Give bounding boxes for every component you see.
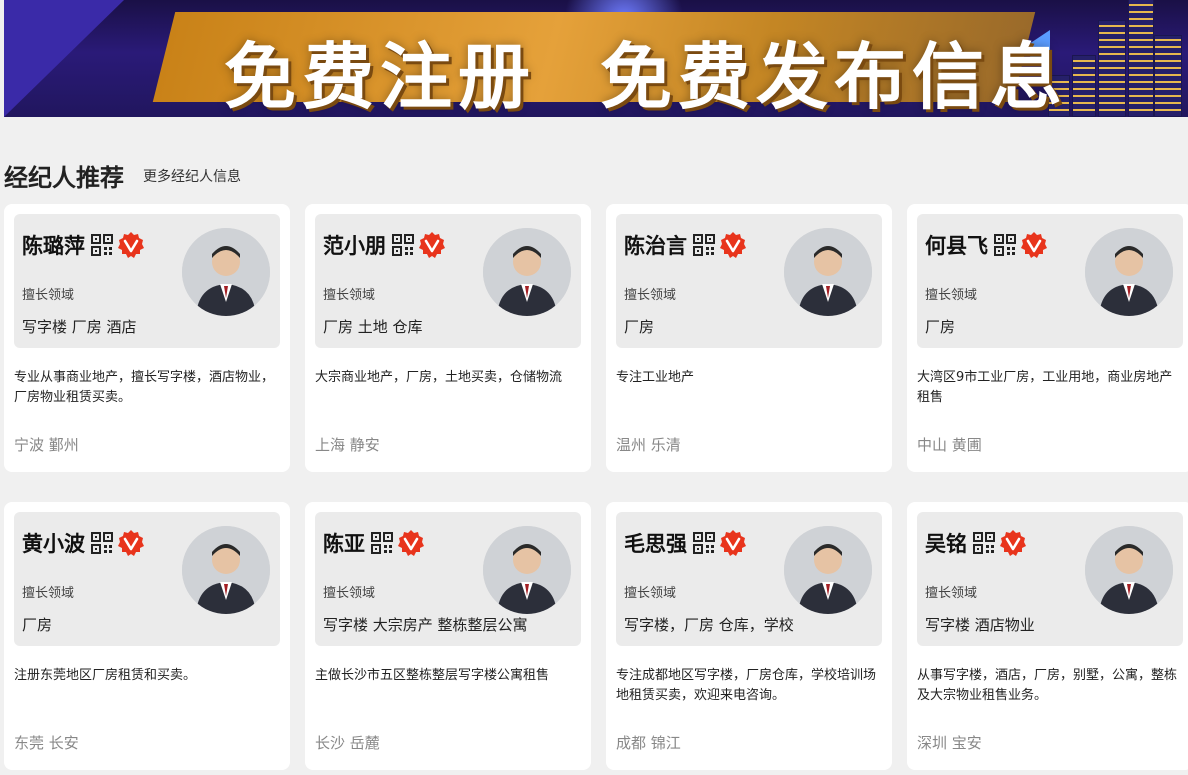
agent-name[interactable]: 陈亚 <box>323 528 365 558</box>
expertise-label: 擅长领域 <box>925 586 978 601</box>
male-agent-avatar[interactable] <box>182 526 270 614</box>
expertise-value: 厂房 土地 仓库 <box>323 318 423 336</box>
qr-code-icon[interactable] <box>693 532 715 554</box>
expertise-label: 擅长领域 <box>323 586 376 601</box>
agent-name[interactable]: 范小朋 <box>323 230 386 260</box>
agent-card-header: 陈亚 擅长领域 写字楼 大宗房产 整栋整层公寓 <box>315 512 581 646</box>
agent-description: 主做长沙市五区整栋整层写字楼公寓租售 <box>315 668 550 683</box>
agent-card-header: 陈治言 擅长领域 厂房 <box>616 214 882 348</box>
agent-card-1[interactable]: 陈璐萍 擅长领域 写字楼 厂房 酒店 专业从事商业地产，擅长写字楼，酒店物业，厂… <box>4 204 290 472</box>
agent-card-2[interactable]: 范小朋 擅长领域 厂房 土地 仓库 大宗商业地产，厂房，土地买卖，仓储物流 上海… <box>305 204 591 472</box>
agent-description: 专业从事商业地产，擅长写字楼，酒店物业，厂房物业租赁买卖。 <box>14 370 275 405</box>
agent-name[interactable]: 陈璐萍 <box>22 230 85 260</box>
expertise-label: 擅长领域 <box>624 288 677 303</box>
agent-name-row: 吴铭 <box>925 528 1027 558</box>
agent-name[interactable]: 陈治言 <box>624 230 687 260</box>
agent-description: 注册东莞地区厂房租赁和买卖。 <box>14 668 197 683</box>
agent-name[interactable]: 吴铭 <box>925 528 967 558</box>
agent-name-row: 何县飞 <box>925 230 1048 260</box>
male-agent-avatar[interactable] <box>483 526 571 614</box>
agent-card-3[interactable]: 陈治言 擅长领域 厂房 专注工业地产 温州 乐清 <box>606 204 892 472</box>
qr-code-icon[interactable] <box>973 532 995 554</box>
expertise-label: 擅长领域 <box>624 586 677 601</box>
agent-location: 成都 锦江 <box>616 734 681 752</box>
expertise-value: 写字楼 厂房 酒店 <box>22 318 137 336</box>
qr-code-icon[interactable] <box>693 234 715 256</box>
agent-name[interactable]: 黄小波 <box>22 528 85 558</box>
agent-card-header: 吴铭 擅长领域 写字楼 酒店物业 <box>917 512 1183 646</box>
verified-badge-icon <box>719 529 747 557</box>
agent-card-header: 黄小波 擅长领域 厂房 <box>14 512 280 646</box>
agent-name-row: 黄小波 <box>22 528 145 558</box>
expertise-value: 厂房 <box>624 318 655 336</box>
expertise-value: 厂房 <box>22 616 53 634</box>
slogan-register: 免费注册 <box>224 35 537 117</box>
expertise-label: 擅长领域 <box>22 288 75 303</box>
male-agent-avatar[interactable] <box>483 228 571 316</box>
verified-badge-icon <box>418 231 446 259</box>
qr-code-icon[interactable] <box>392 234 414 256</box>
verified-badge-icon <box>117 529 145 557</box>
agent-name[interactable]: 何县飞 <box>925 230 988 260</box>
banner-decoration <box>4 0 124 117</box>
agent-name-row: 陈璐萍 <box>22 230 145 260</box>
agent-location: 深圳 宝安 <box>917 734 982 752</box>
female-agent-avatar[interactable] <box>182 228 270 316</box>
agent-name-row: 陈治言 <box>624 230 747 260</box>
expertise-label: 擅长领域 <box>22 586 75 601</box>
agent-card-8[interactable]: 吴铭 擅长领域 写字楼 酒店物业 从事写字楼，酒店，厂房，别墅，公寓，整栋及大宗… <box>907 502 1188 770</box>
male-agent-avatar[interactable] <box>1085 526 1173 614</box>
agent-card-header: 毛思强 擅长领域 写字楼，厂房 仓库，学校 <box>616 512 882 646</box>
agent-description: 从事写字楼，酒店，厂房，别墅，公寓，整栋及大宗物业租售业务。 <box>917 668 1178 703</box>
agent-name[interactable]: 毛思强 <box>624 528 687 558</box>
agent-card-4[interactable]: 何县飞 擅长领域 厂房 大湾区9市工业厂房，工业用地，商业房地产租售 中山 黄圃 <box>907 204 1188 472</box>
male-agent-avatar[interactable] <box>784 526 872 614</box>
verified-badge-icon <box>719 231 747 259</box>
male-agent-avatar[interactable] <box>784 228 872 316</box>
verified-badge-icon <box>999 529 1027 557</box>
agent-location: 中山 黄圃 <box>917 436 982 454</box>
expertise-value: 写字楼 酒店物业 <box>925 616 1035 634</box>
agent-card-5[interactable]: 黄小波 擅长领域 厂房 注册东莞地区厂房租赁和买卖。 东莞 长安 <box>4 502 290 770</box>
agent-name-row: 陈亚 <box>323 528 425 558</box>
agent-card-6[interactable]: 陈亚 擅长领域 写字楼 大宗房产 整栋整层公寓 主做长沙市五区整栋整层写字楼公寓… <box>305 502 591 770</box>
qr-code-icon[interactable] <box>371 532 393 554</box>
qr-code-icon[interactable] <box>91 532 113 554</box>
verified-badge-icon <box>1020 231 1048 259</box>
verified-badge-icon <box>117 231 145 259</box>
slogan-publish: 免费发布信息 <box>600 35 1069 117</box>
verified-badge-icon <box>397 529 425 557</box>
agent-name-row: 毛思强 <box>624 528 747 558</box>
agent-location: 上海 静安 <box>315 436 380 454</box>
agent-description: 专注工业地产 <box>616 370 695 385</box>
agent-description: 大湾区9市工业厂房，工业用地，商业房地产租售 <box>917 370 1173 405</box>
promo-banner[interactable]: 免费注册 免费发布信息 <box>4 0 1188 117</box>
agent-name-row: 范小朋 <box>323 230 446 260</box>
expertise-value: 厂房 <box>925 318 956 336</box>
agent-description: 专注成都地区写字楼，厂房仓库，学校培训场地租赁买卖，欢迎来电咨询。 <box>616 668 877 703</box>
agent-card-header: 陈璐萍 擅长领域 写字楼 厂房 酒店 <box>14 214 280 348</box>
expertise-label: 擅长领域 <box>925 288 978 303</box>
agent-card-7[interactable]: 毛思强 擅长领域 写字楼，厂房 仓库，学校 专注成都地区写字楼，厂房仓库，学校培… <box>606 502 892 770</box>
more-agents-link[interactable]: 更多经纪人信息 <box>143 166 241 186</box>
expertise-label: 擅长领域 <box>323 288 376 303</box>
expertise-value: 写字楼 大宗房产 整栋整层公寓 <box>323 616 528 634</box>
agent-location: 长沙 岳麓 <box>315 734 380 752</box>
agent-location: 东莞 长安 <box>14 734 79 752</box>
agent-card-header: 何县飞 擅长领域 厂房 <box>917 214 1183 348</box>
expertise-value: 写字楼，厂房 仓库，学校 <box>624 616 794 634</box>
agent-location: 温州 乐清 <box>616 436 681 454</box>
banner-slogan: 免费注册 免费发布信息 <box>224 18 1068 117</box>
qr-code-icon[interactable] <box>91 234 113 256</box>
agent-location: 宁波 鄞州 <box>14 436 79 454</box>
qr-code-icon[interactable] <box>994 234 1016 256</box>
agent-card-header: 范小朋 擅长领域 厂房 土地 仓库 <box>315 214 581 348</box>
male-agent-avatar[interactable] <box>1085 228 1173 316</box>
section-title: 经纪人推荐 <box>4 164 124 192</box>
agent-description: 大宗商业地产，厂房，土地买卖，仓储物流 <box>315 370 563 385</box>
